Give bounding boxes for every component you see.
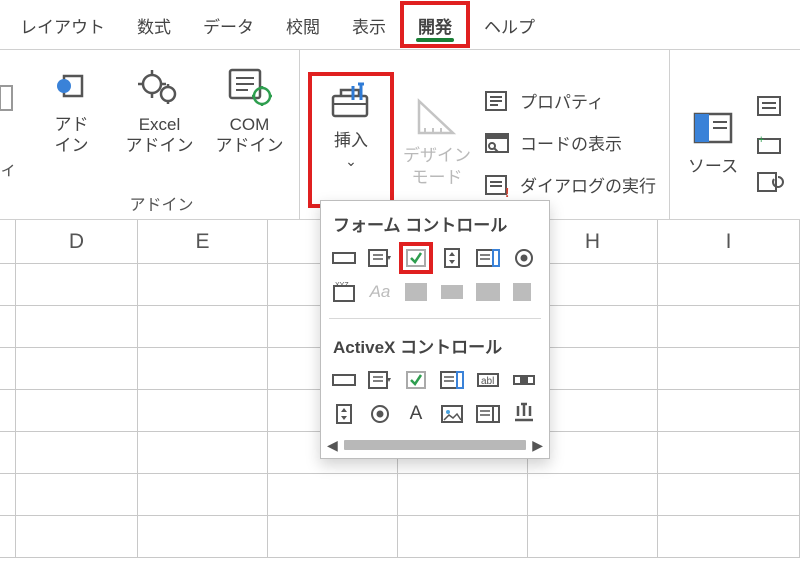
ribbon: アド イン Excel アドイン [0,50,800,220]
svg-text:abl: abl [481,376,494,387]
excel-addins-button[interactable]: Excel アドイン [115,50,205,157]
form-combo-drop-control[interactable] [509,278,539,306]
addins-icon [46,64,98,108]
addins-label: アド イン [55,114,89,157]
scroll-left-icon[interactable]: ◀ [327,437,338,454]
form-listbox-control[interactable] [473,244,503,272]
form-combo-list-control[interactable] [473,278,503,306]
col-header-e[interactable]: E [138,220,268,263]
ribbon-group-xml: ソース + [670,50,800,219]
svg-text:ab: ab [446,288,458,299]
code-icon [484,131,512,155]
menu-help[interactable]: ヘルプ [468,3,551,46]
addins-group-label: アドイン [24,191,299,215]
menu-bar: レイアウト 数式 データ 校閲 表示 開発 ヘルプ [0,0,800,50]
activex-controls-title: ActiveX コントロール [321,323,549,364]
form-textfield-control[interactable]: ab [437,278,467,306]
design-mode-label: デザイン モード [403,145,471,188]
form-button-control[interactable] [329,244,359,272]
menu-view[interactable]: 表示 [336,3,402,46]
ax-listbox-control[interactable] [437,366,467,394]
menu-review[interactable]: 校閲 [270,3,336,46]
menu-formulas[interactable]: 数式 [121,3,187,46]
ax-scrollbar-control[interactable] [509,366,539,394]
ax-image-control[interactable] [437,400,467,428]
source-label: ソース [688,156,738,177]
properties-icon [484,89,512,113]
form-label-control[interactable]: Aa [365,278,395,306]
view-code-button[interactable]: コードの表示 [478,122,668,164]
properties-label: プロパティ [520,88,604,113]
ax-commandbutton-control[interactable] [329,366,359,394]
form-spinbutton-control[interactable] [437,244,467,272]
ax-textbox-control[interactable]: abl [473,366,503,394]
form-checkbox-control[interactable] [401,244,431,272]
ax-spinbutton-control[interactable] [329,400,359,428]
insert-controls-popup: フォーム コントロール XYZ Aa ab ActiveX コントロール abl… [320,200,550,459]
insert-control-button[interactable]: 挿入 ⌄ [310,74,392,206]
form-scrollbar-control[interactable] [401,278,431,306]
ribbon-group-addins: アド イン Excel アドイン [24,50,300,219]
excel-addins-label: Excel アドイン [126,114,194,157]
com-addins-label: COM アドイン [216,114,284,157]
svg-text:!: ! [505,185,509,197]
expansion-packs-icon[interactable]: + [756,133,786,155]
source-pane-icon [687,106,739,150]
ruler-triangle-icon [411,95,463,139]
svg-text:XYZ: XYZ [335,282,349,289]
scroll-thumb[interactable] [344,440,526,450]
properties-button[interactable]: プロパティ [478,80,668,122]
dialog-run-icon: ! [484,173,512,197]
xml-side-icons: + [756,77,796,193]
ax-togglebutton-control[interactable] [473,400,503,428]
ax-morecontrols-control[interactable] [509,400,539,428]
com-addins-button[interactable]: COM アドイン [205,50,295,157]
col-header-i[interactable]: I [658,220,800,263]
form-controls-title: フォーム コントロール [321,201,549,242]
source-button[interactable]: ソース [670,92,756,177]
toolbox-icon [325,80,377,124]
svg-text:+: + [758,134,764,146]
form-optionbutton-control[interactable] [509,244,539,272]
addins-button[interactable]: アド イン [29,50,115,157]
view-code-label: コードの表示 [520,130,622,155]
col-header-d[interactable]: D [16,220,138,263]
ax-checkbox-control[interactable] [401,366,431,394]
com-addins-icon [224,64,276,108]
ribbon-group-controls: 挿入 ⌄ デザイン モード プロパティ コードの表示 [300,50,670,219]
menu-data[interactable]: データ [187,3,270,46]
map-properties-icon[interactable] [756,95,786,117]
ax-label-control[interactable]: A [401,400,431,428]
gear-icon [134,64,186,108]
run-dialog-label: ダイアログの実行 [520,172,656,197]
form-groupbox-control[interactable]: XYZ [329,278,359,306]
scroll-right-icon[interactable]: ▶ [532,437,543,454]
popup-scrollbar[interactable]: ◀ ▶ [321,436,549,458]
menu-layout[interactable]: レイアウト [4,3,121,46]
chevron-down-icon: ⌄ [345,153,357,171]
design-mode-button[interactable]: デザイン モード [396,81,478,188]
form-combobox-control[interactable] [365,244,395,272]
insert-label: 挿入 [334,130,368,151]
menu-developer[interactable]: 開発 [402,3,468,46]
activex-controls-grid: abl A [321,364,549,436]
ax-combobox-control[interactable] [365,366,395,394]
ax-optionbutton-control[interactable] [365,400,395,428]
refresh-data-icon[interactable] [756,171,786,193]
form-controls-grid: XYZ Aa ab [321,242,549,314]
